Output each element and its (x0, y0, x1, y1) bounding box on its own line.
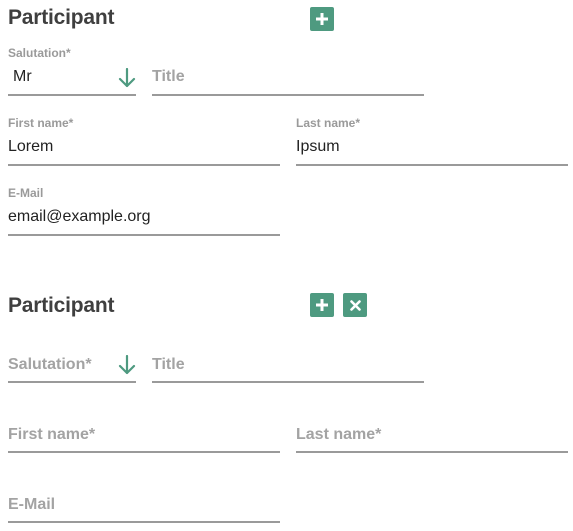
salutation-value: Mr (13, 68, 32, 85)
first-name-underline (8, 451, 280, 453)
first-name-placeholder: First name* (8, 426, 96, 443)
email-field[interactable]: E-Mail email@example.org (8, 184, 280, 236)
salutation-underline (8, 94, 136, 96)
participant-section-2: Participant Salutation* Title First name… (0, 288, 573, 531)
last-name-label: Last name* (296, 116, 361, 130)
email-placeholder: E-Mail (8, 496, 56, 513)
arrow-down-icon (118, 355, 136, 375)
email-field[interactable]: E-Mail (8, 492, 280, 523)
plus-icon (316, 13, 328, 25)
title-underline (152, 381, 424, 383)
remove-participant-button[interactable] (343, 293, 367, 317)
first-name-value: Lorem (8, 138, 54, 155)
last-name-field[interactable]: Last name* Ipsum (296, 114, 568, 166)
title-field[interactable]: Title (152, 44, 424, 96)
arrow-down-icon (118, 68, 136, 88)
participant-heading: Participant (8, 6, 115, 29)
email-underline (8, 521, 280, 523)
add-participant-button[interactable] (310, 7, 334, 31)
first-name-field[interactable]: First name* Lorem (8, 114, 280, 166)
last-name-underline (296, 451, 568, 453)
title-underline (152, 94, 424, 96)
last-name-field[interactable]: Last name* (296, 422, 568, 453)
first-name-underline (8, 164, 280, 166)
title-placeholder: Title (152, 68, 185, 85)
last-name-placeholder: Last name* (296, 426, 382, 443)
email-label: E-Mail (8, 186, 44, 200)
salutation-label: Salutation* (8, 46, 71, 60)
last-name-underline (296, 164, 568, 166)
salutation-select[interactable]: Salutation* Mr (8, 44, 136, 96)
first-name-label: First name* (8, 116, 74, 130)
title-placeholder: Title (152, 356, 185, 373)
email-value: email@example.org (8, 208, 151, 225)
close-icon (349, 299, 361, 311)
salutation-select[interactable]: Salutation* (8, 352, 136, 383)
add-participant-button[interactable] (310, 293, 334, 317)
participant-section-1: Participant Salutation* Mr Title First n… (0, 0, 573, 260)
first-name-field[interactable]: First name* (8, 422, 280, 453)
salutation-placeholder: Salutation* (8, 356, 92, 373)
salutation-underline (8, 381, 136, 383)
plus-icon (316, 299, 328, 311)
last-name-value: Ipsum (296, 138, 340, 155)
participant-heading: Participant (8, 294, 115, 317)
email-underline (8, 234, 280, 236)
title-field[interactable]: Title (152, 352, 424, 383)
